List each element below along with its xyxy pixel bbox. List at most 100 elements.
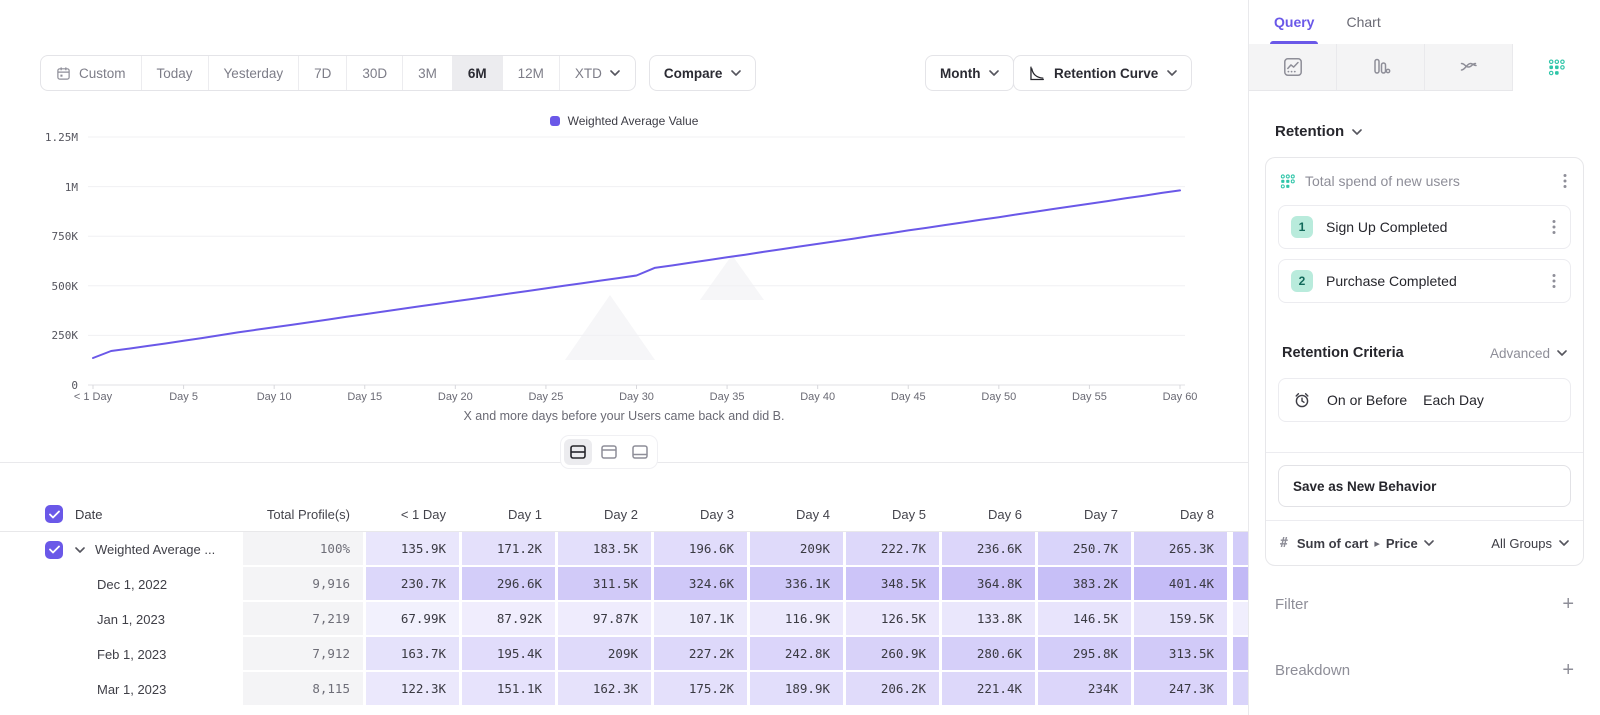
table-row-dec-1-2022[interactable]: Dec 1, 20229,916230.7K296.6K311.5K324.6K… — [0, 567, 1248, 602]
range-button-3m[interactable]: 3M — [402, 56, 452, 90]
table-row-feb-1-2023[interactable]: Feb 1, 20237,912163.7K195.4K209K227.2K24… — [0, 637, 1248, 672]
measure-property-dropdown[interactable]: Sum of cart ▸ Price — [1297, 536, 1434, 551]
chevron-down-icon — [610, 70, 620, 76]
compare-label: Compare — [664, 66, 723, 81]
range-button-7d[interactable]: 7D — [298, 56, 346, 90]
table-row-weighted-average[interactable]: Weighted Average ...100%135.9K171.2K183.… — [0, 532, 1248, 567]
sidebar-tab-chart[interactable]: Chart — [1346, 0, 1380, 44]
sidebar-body: Retention Total spend of new users 1Sign… — [1249, 123, 1600, 680]
granularity-button[interactable]: Month — [925, 55, 1014, 91]
total-profiles-cell: 9,916 — [243, 567, 366, 602]
range-label: Yesterday — [224, 66, 284, 81]
x-axis-tick-label: Day 45 — [891, 391, 926, 403]
select-all-checkbox[interactable] — [45, 505, 63, 523]
window-selector[interactable]: Each Day — [1423, 392, 1484, 408]
total-profiles-cell: 8,115 — [243, 672, 366, 707]
row-checkbox[interactable] — [45, 541, 63, 559]
retention-value-cell: 242.8K — [750, 637, 846, 672]
retention-chart: Weighted Average Value 1.25M1M750K500K25… — [0, 100, 1248, 440]
chart-type-label: Retention Curve — [1054, 66, 1158, 81]
retention-value-cell: 296.6K — [462, 567, 558, 602]
retention-value-cell: 221.4K — [942, 672, 1038, 707]
day-header-cell: < 1 Day — [366, 507, 462, 522]
retention-value-cell: 195.4K — [462, 637, 558, 672]
active-tab-underline — [1270, 41, 1318, 44]
x-axis-tick-label: Day 10 — [257, 391, 292, 403]
range-label: 7D — [314, 66, 331, 81]
day-header-cells: < 1 DayDay 1Day 2Day 3Day 4Day 5Day 6Day… — [366, 507, 1230, 522]
chart-legend[interactable]: Weighted Average Value — [0, 114, 1248, 128]
watermark-triangle — [700, 255, 764, 300]
breakdown-label: Breakdown — [1275, 662, 1350, 679]
retention-section-dropdown[interactable]: Retention — [1275, 123, 1584, 140]
retention-value-cell: 122.3K — [366, 672, 462, 707]
range-button-yesterday[interactable]: Yesterday — [208, 56, 299, 90]
retention-value-cell: 159.5K — [1134, 602, 1230, 637]
tab-insights[interactable] — [1249, 44, 1337, 90]
range-button-xtd[interactable]: XTD — [559, 56, 635, 90]
range-label: 30D — [362, 66, 387, 81]
partial-day9-cell — [1230, 567, 1248, 602]
range-button-6m[interactable]: 6M — [452, 56, 502, 90]
event-step-sign-up-completed[interactable]: 1Sign Up Completed — [1278, 205, 1571, 249]
retention-value-cell: 171.2K — [462, 532, 558, 567]
table-row-mar-1-2023[interactable]: Mar 1, 20238,115122.3K151.1K162.3K175.2K… — [0, 672, 1248, 707]
range-button-30d[interactable]: 30D — [346, 56, 402, 90]
row-label: Jan 1, 2023 — [97, 612, 165, 627]
split-view-button[interactable] — [564, 439, 592, 465]
retention-value-cell: 107.1K — [654, 602, 750, 637]
y-axis-tick-label: 750K — [6, 230, 78, 243]
alarm-clock-icon — [1293, 391, 1311, 409]
x-axis-tick-label: Day 5 — [169, 391, 198, 403]
kebab-menu-icon[interactable] — [1550, 217, 1558, 237]
weighted-average-line[interactable] — [93, 190, 1180, 358]
tab-funnels[interactable] — [1337, 44, 1425, 90]
retention-value-cell: 183.5K — [558, 532, 654, 567]
event-step-purchase-completed[interactable]: 2Purchase Completed — [1278, 259, 1571, 303]
kebab-menu-icon[interactable] — [1561, 171, 1569, 191]
date-range-group: CustomToday Yesterday 7D 30D 3M 6M 12MXTD — [40, 55, 636, 91]
advanced-dropdown[interactable]: Advanced — [1490, 346, 1567, 361]
range-button-12m[interactable]: 12M — [502, 56, 559, 90]
range-button-today[interactable]: Today — [141, 56, 208, 90]
criteria-time-card[interactable]: On or Before Each Day — [1278, 378, 1571, 422]
tab-flows[interactable] — [1425, 44, 1513, 90]
chevron-down-icon — [1557, 350, 1567, 356]
retention-value-cell: 189.9K — [750, 672, 846, 707]
compare-button[interactable]: Compare — [649, 55, 757, 91]
chart-type-button[interactable]: Retention Curve — [1013, 55, 1192, 91]
table-view-button[interactable] — [626, 439, 654, 465]
event-name: Purchase Completed — [1326, 273, 1537, 289]
table-row-jan-1-2023[interactable]: Jan 1, 20237,21967.99K87.92K97.87K107.1K… — [0, 602, 1248, 637]
retention-value-cell: 209K — [750, 532, 846, 567]
row-expand-chevron-icon[interactable] — [75, 547, 85, 553]
all-groups-dropdown[interactable]: All Groups — [1491, 536, 1569, 551]
retention-table: Date Total Profile(s) < 1 DayDay 1Day 2D… — [0, 497, 1248, 707]
retention-section-label: Retention — [1275, 123, 1344, 140]
retention-value-cell: 175.2K — [654, 672, 750, 707]
x-axis-tick-label: < 1 Day — [74, 391, 112, 403]
line-chart-plot — [0, 100, 1248, 440]
behavior-title: Total spend of new users — [1305, 173, 1551, 189]
table-body: Weighted Average ...100%135.9K171.2K183.… — [0, 532, 1248, 707]
total-profiles-cell: 7,219 — [243, 602, 366, 637]
view-layout-toggle — [560, 435, 658, 469]
retention-value-cell: 260.9K — [846, 637, 942, 672]
sidebar-tab-query[interactable]: Query — [1274, 0, 1314, 44]
kebab-menu-icon[interactable] — [1550, 271, 1558, 291]
retention-value-cell: 234K — [1038, 672, 1134, 707]
occurrence-selector[interactable]: On or Before — [1327, 392, 1407, 408]
behavior-event-list: 1Sign Up Completed 2Purchase Completed — [1266, 205, 1583, 303]
date-toolbar: CustomToday Yesterday 7D 30D 3M 6M 12MXTD Comp… — [40, 55, 756, 91]
add-breakdown-button[interactable]: + — [1562, 660, 1574, 680]
measure-row: # Sum of cart ▸ Price All Groups — [1266, 520, 1583, 565]
add-filter-button[interactable]: + — [1562, 594, 1574, 614]
table-header-row: Date Total Profile(s) < 1 DayDay 1Day 2D… — [0, 497, 1248, 532]
range-button-custom[interactable]: Custom — [41, 56, 141, 90]
day-header-cell: Day 2 — [558, 507, 654, 522]
range-label: 6M — [468, 66, 487, 81]
tab-retention[interactable] — [1513, 44, 1600, 91]
x-axis-tick-label: Day 25 — [528, 391, 563, 403]
chart-view-button[interactable] — [595, 439, 623, 465]
save-as-new-behavior-button[interactable]: Save as New Behavior — [1278, 465, 1571, 507]
